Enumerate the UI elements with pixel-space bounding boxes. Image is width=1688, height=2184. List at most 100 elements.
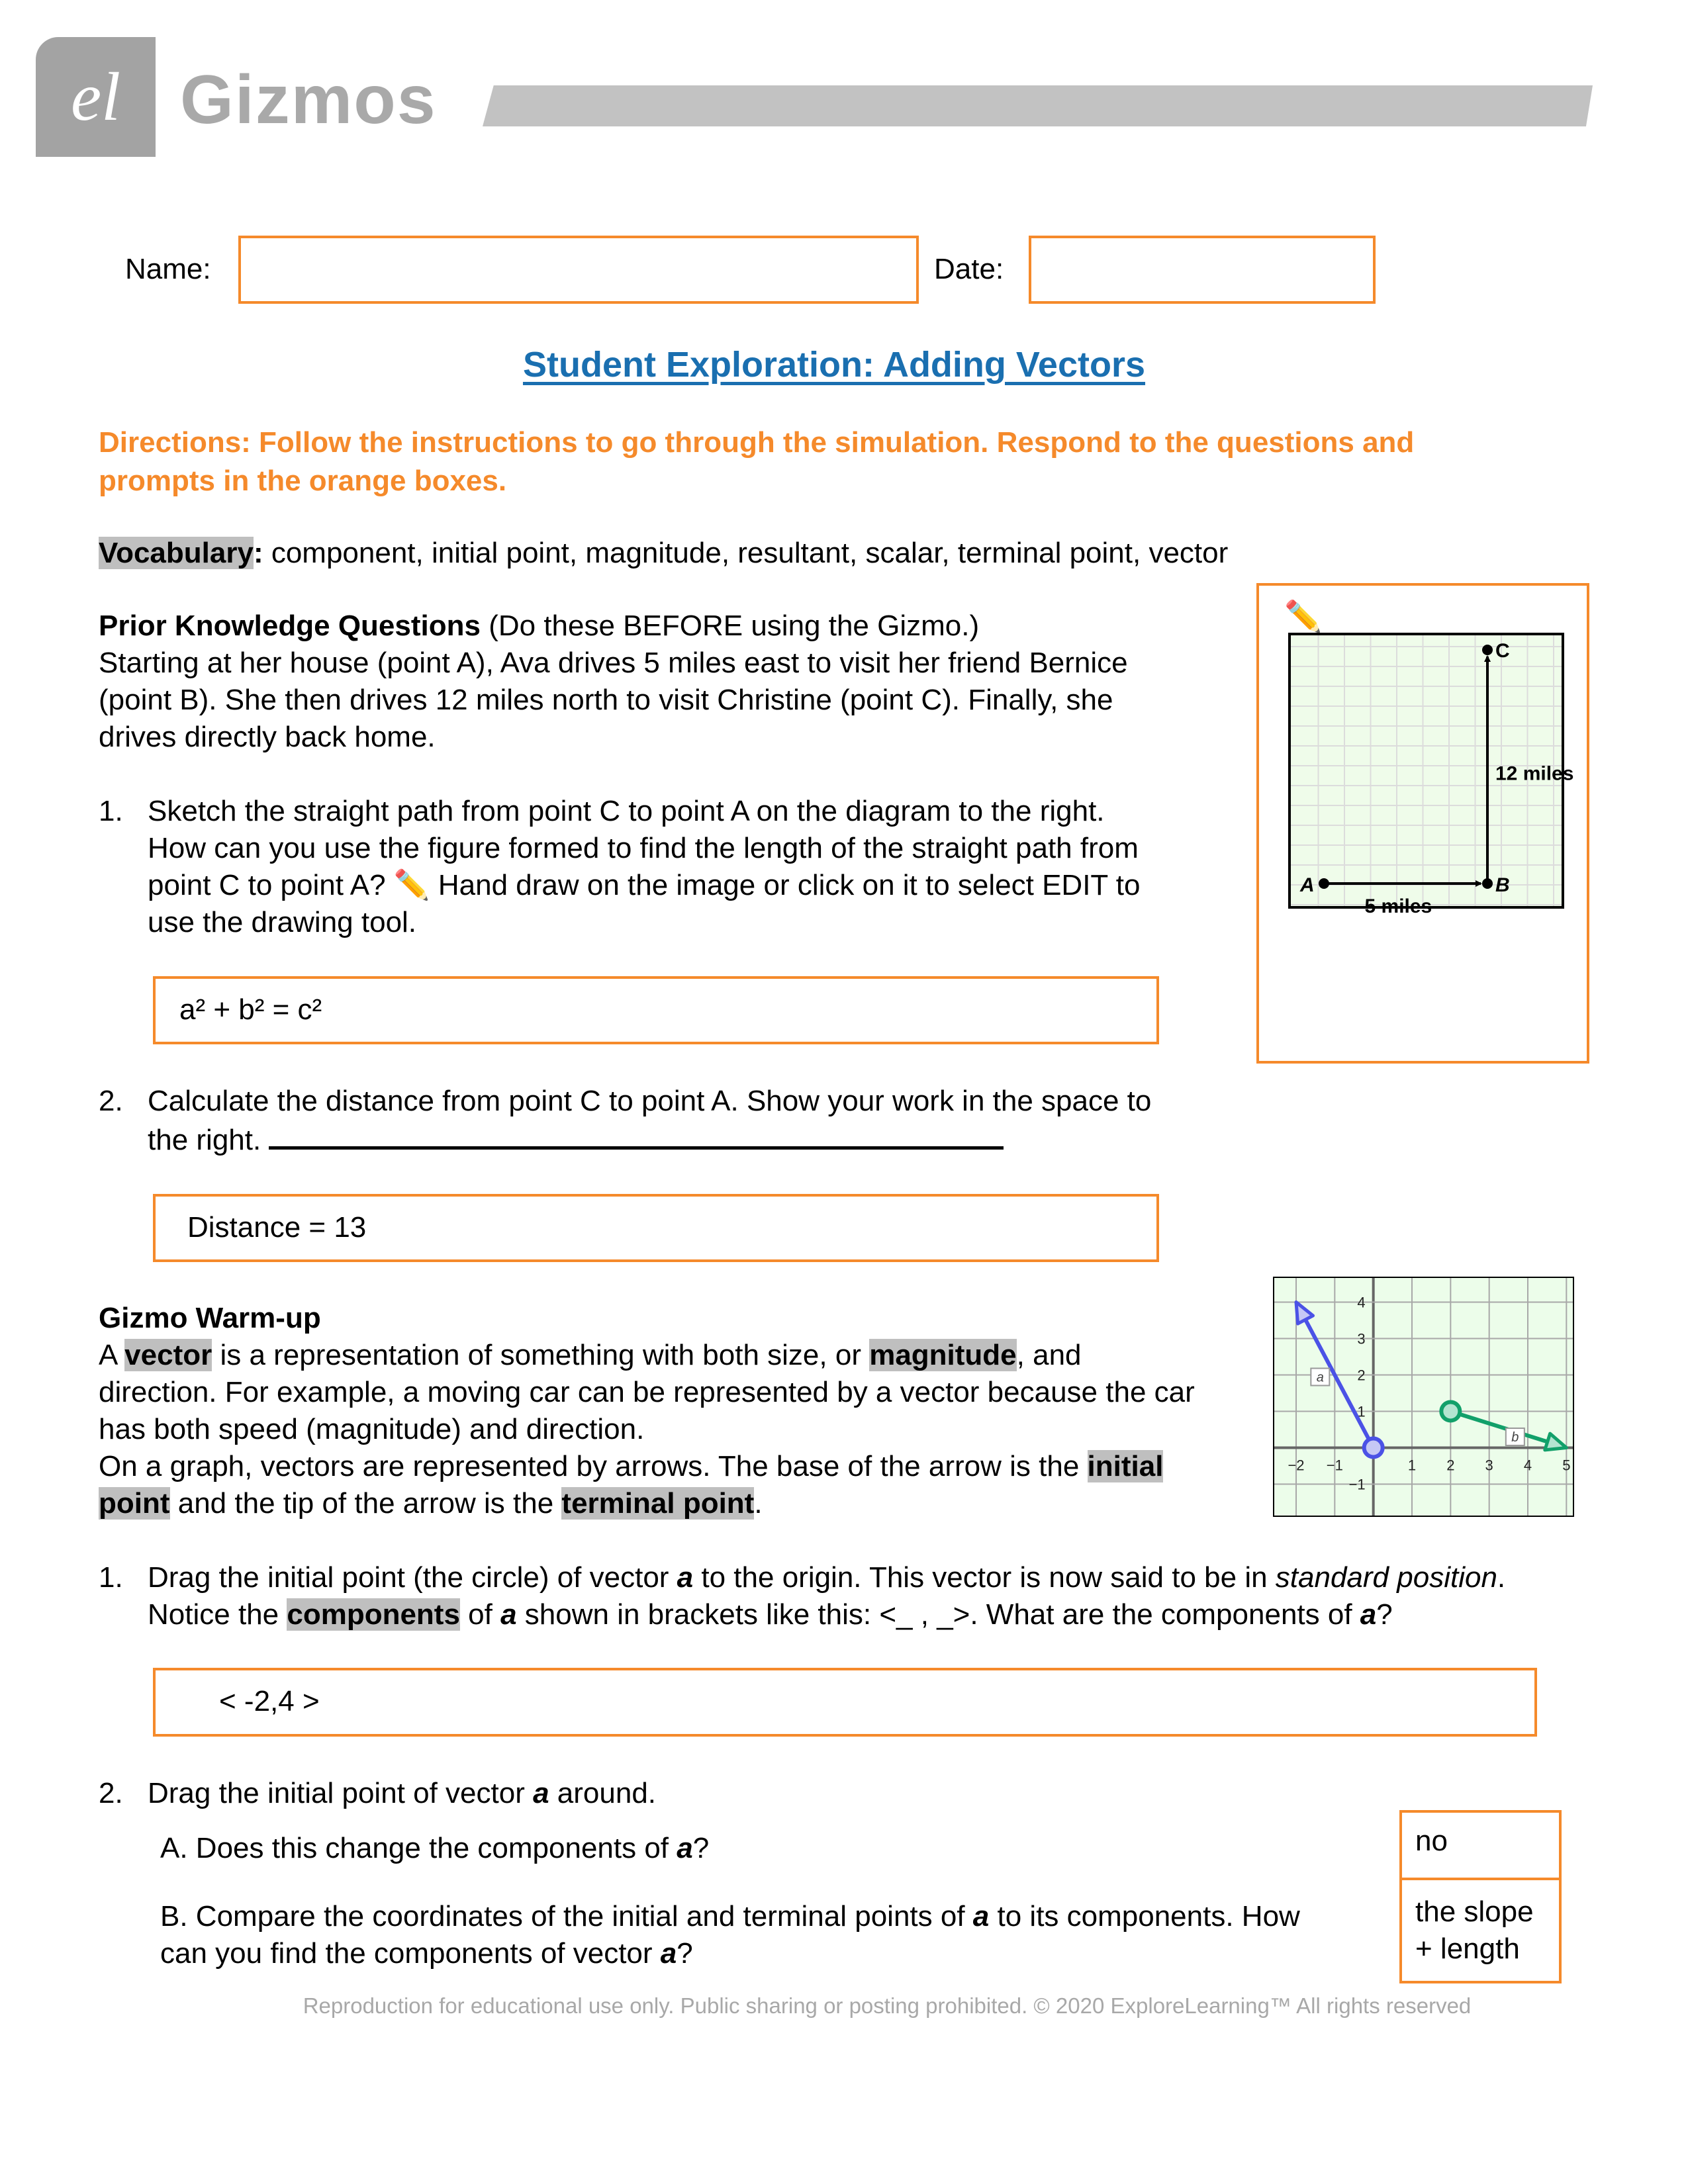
- heading-note: (Do these BEFORE using the Gizmo.): [480, 610, 980, 642]
- x-tick-label: −1: [1327, 1457, 1343, 1474]
- y-tick-label: −1: [1349, 1477, 1366, 1493]
- question-line: Notice the components of a shown in brac…: [148, 1596, 1505, 1633]
- vocabulary: Vocabulary: component, initial point, ma…: [99, 535, 1228, 572]
- answer-text: a² + b² = c²: [179, 993, 322, 1026]
- warmup-question-1: Drag the initial point (the circle) of v…: [148, 1559, 1505, 1633]
- answer-box[interactable]: Distance = 13: [153, 1194, 1159, 1262]
- text-fragment: to its components. How: [989, 1900, 1300, 1933]
- warmup-text: A vector is a representation of somethin…: [99, 1337, 1195, 1522]
- date-label: Date:: [934, 253, 1004, 285]
- vector-symbol: a: [1360, 1598, 1377, 1631]
- paragraph-line: A vector is a representation of somethin…: [99, 1337, 1195, 1374]
- question-line: Drag the initial point (the circle) of v…: [148, 1559, 1505, 1596]
- answer-blank-line: [269, 1120, 1004, 1150]
- question-number: 2.: [99, 1777, 123, 1809]
- paragraph-line: On a graph, vectors are represented by a…: [99, 1448, 1195, 1485]
- text-fragment: to the origin. This vector is now said t…: [693, 1561, 1276, 1594]
- vector-symbol: a: [500, 1598, 517, 1631]
- question-line: Calculate the distance from point C to p…: [148, 1085, 1152, 1117]
- question-line: Sketch the straight path from point C to…: [148, 795, 1105, 827]
- answer-text: Distance = 13: [187, 1211, 367, 1244]
- directions: Directions: Follow the instructions to g…: [99, 424, 1555, 500]
- name-field[interactable]: [238, 236, 919, 304]
- text-fragment: , and: [1016, 1339, 1082, 1371]
- header-bar: [483, 85, 1593, 126]
- question-fragment: the right.: [148, 1124, 261, 1156]
- graph-background: [1273, 1277, 1574, 1517]
- question-line: can you find the components of vector a?: [160, 1935, 1300, 1972]
- vocab-term-vector: vector: [124, 1339, 212, 1371]
- vector-graph-svg[interactable]: −2 −1 1 2 3 4 54321−1ab: [1273, 1277, 1574, 1517]
- y-tick-label: 2: [1357, 1367, 1365, 1384]
- answer-text: no: [1415, 1825, 1448, 1857]
- question-line: How can you use the figure formed to fin…: [148, 832, 1139, 864]
- question-number: 2.: [99, 1085, 123, 1117]
- question-fragment: Hand draw on the image or click on it to…: [430, 869, 1141, 901]
- answer-box[interactable]: a² + b² = c²: [153, 976, 1159, 1044]
- question-1-text: Sketch the straight path from point C to…: [148, 793, 1140, 941]
- vocab-term-components: components: [287, 1598, 460, 1631]
- text-fragment: is a representation of something with bo…: [212, 1339, 870, 1371]
- x-tick-label: 1: [1408, 1457, 1416, 1474]
- point-c: [1482, 645, 1493, 655]
- text-fragment: A. Does this change the components of: [160, 1832, 677, 1864]
- answer-box-2a[interactable]: no: [1399, 1810, 1562, 1880]
- vector-symbol: a: [533, 1777, 549, 1809]
- pencil-icon[interactable]: ✏️: [1284, 598, 1322, 634]
- y-tick-label: 3: [1357, 1331, 1365, 1347]
- question-number: 1.: [99, 795, 123, 827]
- date-field[interactable]: [1029, 236, 1376, 304]
- vocab-term-initial-point: point: [99, 1487, 170, 1520]
- vocab-term-initial-point: initial: [1087, 1450, 1164, 1482]
- answer-text: the slope: [1415, 1895, 1534, 1928]
- question-line: use the drawing tool.: [148, 906, 417, 938]
- text-fragment: of: [459, 1598, 501, 1631]
- vector-symbol: a: [660, 1937, 677, 1970]
- text-fragment: Notice the: [148, 1598, 287, 1631]
- page-title[interactable]: Student Exploration: Adding Vectors: [0, 344, 1668, 385]
- point-b: [1482, 878, 1493, 889]
- vector-a-initial-point[interactable]: [1362, 1436, 1385, 1459]
- answer-box[interactable]: < -2,4 >: [153, 1668, 1537, 1737]
- point-c-label: C: [1495, 640, 1510, 662]
- answer-box-2b[interactable]: the slope + length: [1399, 1878, 1562, 1983]
- warmup-question-2: Drag the initial point of vector a aroun…: [148, 1775, 656, 1812]
- x-tick-label: 3: [1485, 1457, 1493, 1474]
- answer-text: < -2,4 >: [219, 1685, 320, 1717]
- diagram-svg[interactable]: ✏️ A B C 5 miles 12 miles: [1259, 586, 1587, 1061]
- question-2a: A. Does this change the components of a?: [160, 1830, 709, 1867]
- pencil-icon: ✏️: [393, 869, 430, 901]
- vector-b-label: b: [1511, 1430, 1519, 1445]
- brand-name: Gizmos: [180, 62, 437, 138]
- prior-knowledge-text: Starting at her house (point A), Ava dri…: [99, 645, 1128, 756]
- text-fragment: .: [1497, 1561, 1506, 1594]
- text-fragment: shown in brackets like this: <_ , _>. Wh…: [516, 1598, 1360, 1631]
- text-fragment: around.: [549, 1777, 657, 1809]
- vector-a-label: a: [1317, 1371, 1324, 1385]
- question-2b: B. Compare the coordinates of the initia…: [160, 1898, 1300, 1972]
- paragraph-line: has both speed (magnitude) and direction…: [99, 1413, 645, 1445]
- point-a-label: A: [1299, 874, 1315, 896]
- vocabulary-terms: component, initial point, magnitude, res…: [263, 537, 1229, 569]
- name-label: Name:: [125, 253, 211, 285]
- vector-symbol: a: [677, 1561, 694, 1594]
- text-fragment: and the tip of the arrow is the: [169, 1487, 562, 1520]
- vector-b-initial-point[interactable]: [1439, 1400, 1462, 1423]
- text-fragment: standard position: [1275, 1561, 1497, 1594]
- x-tick-label: −2: [1288, 1457, 1304, 1474]
- text-fragment: On a graph, vectors are represented by a…: [99, 1450, 1088, 1482]
- text-fragment: can you find the components of vector: [160, 1937, 661, 1970]
- question-line: the right.: [148, 1120, 1151, 1159]
- prior-knowledge-heading: Prior Knowledge Questions (Do these BEFO…: [99, 608, 979, 645]
- question-2-text: Calculate the distance from point C to p…: [148, 1083, 1151, 1159]
- directions-line: prompts in the orange boxes.: [99, 465, 507, 497]
- footer-copyright: Reproduction for educational use only. P…: [303, 1993, 1472, 2018]
- explorelearning-logo-icon: el: [70, 59, 121, 135]
- question-number: 1.: [99, 1561, 123, 1594]
- vector-graph[interactable]: −2 −1 1 2 3 4 5 4 3 2 1 −1 a b: [1273, 1277, 1574, 1517]
- diagram-box[interactable]: ✏️ A B C 5 miles 12 miles: [1256, 583, 1589, 1064]
- point-a: [1319, 878, 1329, 889]
- text-fragment: ?: [692, 1832, 710, 1864]
- vocabulary-colon: :: [253, 537, 263, 569]
- section-heading: Gizmo Warm-up: [99, 1302, 321, 1334]
